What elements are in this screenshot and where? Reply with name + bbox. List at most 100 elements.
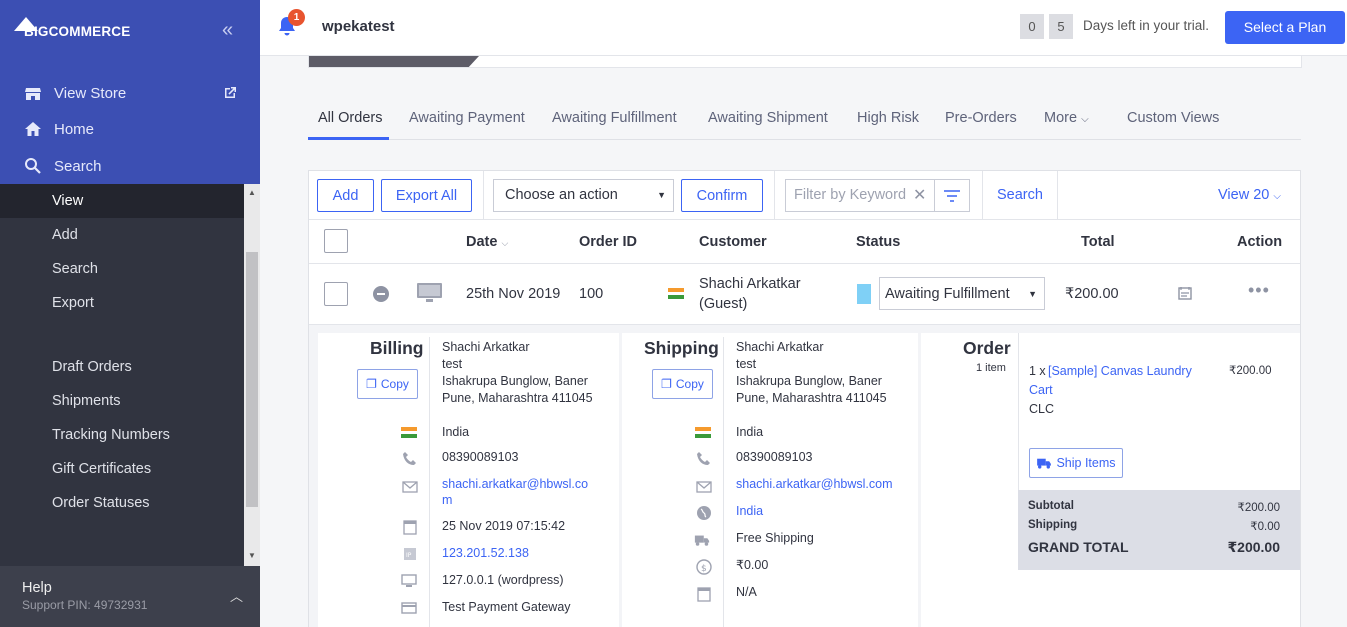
sidebar-item-search[interactable]: Search	[24, 154, 102, 178]
india-flag-icon	[668, 288, 684, 299]
tab-high-risk[interactable]: High Risk	[857, 110, 919, 126]
tab-awaiting-payment[interactable]: Awaiting Payment	[409, 110, 525, 126]
chevron-down-icon: ⌵	[1081, 114, 1089, 125]
bulk-action-select[interactable]: Choose an action ▼	[493, 179, 674, 212]
shipping-street: Ishakrupa Bunglow, Baner	[736, 374, 882, 388]
date-column-header[interactable]: Date ⌵	[466, 234, 508, 250]
billing-email-line2[interactable]: m	[442, 492, 452, 509]
chevron-down-icon: ⌵	[1273, 191, 1281, 202]
table-row[interactable]: 25th Nov 2019 100 Shachi Arkatkar (Guest…	[309, 264, 1300, 325]
bigcommerce-logo[interactable]: BIGCOMMERCE	[14, 15, 134, 43]
home-icon	[25, 122, 41, 136]
order-item-qty: 1 x	[1029, 364, 1046, 378]
clear-filter-icon[interactable]: ✕	[913, 185, 926, 205]
sidebar-item-export[interactable]: Export	[0, 286, 244, 320]
select-plan-button[interactable]: Select a Plan	[1225, 11, 1345, 44]
phone-icon	[697, 452, 710, 465]
ship-items-button[interactable]: Ship Items	[1029, 448, 1123, 478]
filter-options-button[interactable]	[934, 179, 970, 212]
order-status-select[interactable]: Awaiting Fulfillment ▼	[879, 277, 1045, 310]
collapse-sidebar-icon[interactable]: «	[222, 20, 233, 40]
billing-date: 25 Nov 2019 07:15:42	[442, 519, 566, 533]
copy-billing-button[interactable]: ❐ Copy	[357, 369, 418, 399]
scrollbar-thumb[interactable]	[246, 252, 258, 507]
customer-name[interactable]: Shachi Arkatkar	[699, 276, 801, 292]
shipping-company: test	[736, 357, 757, 371]
sidebar-item-search-orders[interactable]: Search	[0, 252, 244, 286]
tab-more[interactable]: More ⌵	[1044, 110, 1089, 126]
desktop-icon	[417, 283, 442, 302]
divider	[723, 337, 724, 627]
shipping-section: Shipping ❐ Copy Shachi Arkatkar test Isha…	[622, 333, 918, 627]
sidebar-item-shipments[interactable]: Shipments	[0, 384, 244, 418]
row-checkbox[interactable]	[324, 282, 348, 306]
table-header: Date ⌵ Order ID Customer Status Total Ac…	[309, 220, 1300, 264]
sort-icon: ⌵	[501, 238, 509, 248]
sidebar-header: BIGCOMMERCE « View Store Home Search	[0, 0, 260, 184]
scroll-up-icon[interactable]: ▲	[244, 188, 260, 197]
external-link-icon[interactable]	[222, 85, 238, 101]
sidebar-item-gift-certificates[interactable]: Gift Certificates	[0, 452, 244, 486]
billing-company: test	[442, 357, 463, 371]
status-color-swatch	[857, 284, 871, 304]
more-actions-icon[interactable]: •••	[1248, 280, 1270, 301]
order-item-sku: CLC	[1029, 402, 1055, 416]
order-id[interactable]: 100	[579, 286, 603, 302]
shipping-region[interactable]: India	[736, 503, 763, 520]
grand-total-value: ₹200.00	[1227, 539, 1280, 555]
shipping-date: N/A	[736, 585, 757, 599]
notification-badge: 1	[288, 9, 305, 26]
export-all-button[interactable]: Export All	[381, 179, 472, 212]
email-icon	[402, 481, 418, 493]
monitor-icon	[401, 574, 417, 587]
tab-custom-views[interactable]: Custom Views	[1127, 110, 1219, 126]
divider	[1018, 333, 1019, 490]
confirm-button[interactable]: Confirm	[681, 179, 763, 212]
email-icon	[696, 481, 712, 493]
tab-more-label: More	[1044, 110, 1078, 126]
sidebar-item-view[interactable]: View	[0, 184, 244, 218]
sidebar-item-tracking-numbers[interactable]: Tracking Numbers	[0, 418, 244, 452]
truck-icon	[1037, 458, 1052, 469]
active-tab-indicator	[308, 137, 389, 140]
copy-label: Copy	[380, 377, 409, 391]
copy-shipping-button[interactable]: ❐ Copy	[652, 369, 713, 399]
divider	[1057, 171, 1058, 220]
sidebar-item-view-store[interactable]: View Store	[24, 81, 126, 105]
shipping-total-value: ₹0.00	[1250, 521, 1280, 533]
sidebar-item-order-statuses[interactable]: Order Statuses	[0, 486, 244, 520]
store-name: wpekatest	[322, 18, 395, 35]
shipping-email[interactable]: shachi.arkatkar@hbwsl.com	[736, 476, 893, 493]
shipping-phone: 08390089103	[736, 450, 813, 464]
add-order-button[interactable]: Add	[317, 179, 374, 212]
billing-email-line1[interactable]: shachi.arkatkar@hbwsl.co	[442, 476, 588, 493]
trial-digit: 5	[1049, 14, 1073, 39]
order-item-count: 1 item	[976, 362, 1006, 374]
divider	[982, 171, 983, 220]
help-panel[interactable]: Help Support PIN: 49732931 ︿	[0, 566, 260, 627]
sidebar-scrollbar[interactable]: ▲ ▼	[244, 184, 260, 566]
order-date: 25th Nov 2019	[466, 286, 561, 302]
subtotal-label: Subtotal	[1028, 500, 1074, 512]
sidebar-item-home[interactable]: Home	[24, 117, 94, 141]
scroll-down-icon[interactable]: ▼	[244, 551, 260, 560]
billing-ip[interactable]: 123.201.52.138	[442, 545, 529, 562]
divider	[774, 171, 775, 220]
chevron-up-icon[interactable]: ︿	[230, 586, 243, 605]
select-all-checkbox[interactable]	[324, 229, 348, 253]
status-column-header: Status	[856, 234, 901, 250]
tab-awaiting-shipment[interactable]: Awaiting Shipment	[708, 110, 828, 126]
order-item-name-line1[interactable]: [Sample] Canvas Laundry	[1048, 363, 1192, 380]
tab-all-orders[interactable]: All Orders	[318, 110, 382, 126]
search-button[interactable]: Search	[997, 187, 1043, 203]
sidebar: BIGCOMMERCE « View Store Home Search Vie…	[0, 0, 260, 627]
view-count-dropdown[interactable]: View 20 ⌵	[1218, 187, 1281, 203]
sidebar-item-add[interactable]: Add	[0, 218, 244, 252]
collapse-row-icon[interactable]	[373, 286, 389, 302]
sidebar-item-draft-orders[interactable]: Draft Orders	[0, 350, 244, 384]
order-item-name-line2[interactable]: Cart	[1029, 382, 1053, 399]
tab-awaiting-fulfillment[interactable]: Awaiting Fulfillment	[552, 110, 677, 126]
billing-device: 127.0.0.1 (wordpress)	[442, 573, 564, 587]
tab-pre-orders[interactable]: Pre-Orders	[945, 110, 1017, 126]
notes-icon[interactable]	[1178, 286, 1192, 300]
